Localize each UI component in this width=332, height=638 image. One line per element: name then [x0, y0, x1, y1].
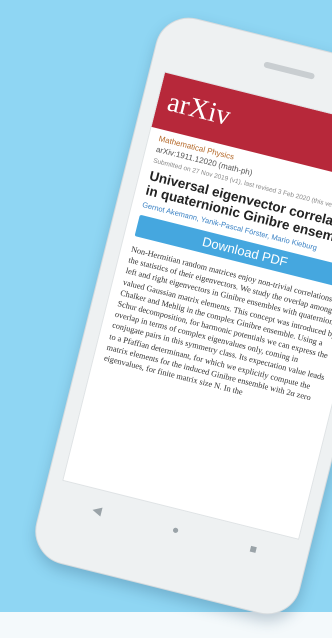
back-icon[interactable]: ◀	[91, 502, 103, 518]
home-icon[interactable]: ●	[171, 522, 181, 537]
bottom-strip	[0, 612, 332, 638]
phone-mockup: arXiv Mathematical Physics arXiv:1911.12…	[28, 10, 332, 622]
recents-icon[interactable]: ■	[248, 541, 258, 556]
phone-speaker	[263, 61, 316, 80]
arxiv-logo[interactable]: arXiv	[164, 87, 233, 133]
phone-screen: arXiv Mathematical Physics arXiv:1911.12…	[62, 71, 332, 540]
